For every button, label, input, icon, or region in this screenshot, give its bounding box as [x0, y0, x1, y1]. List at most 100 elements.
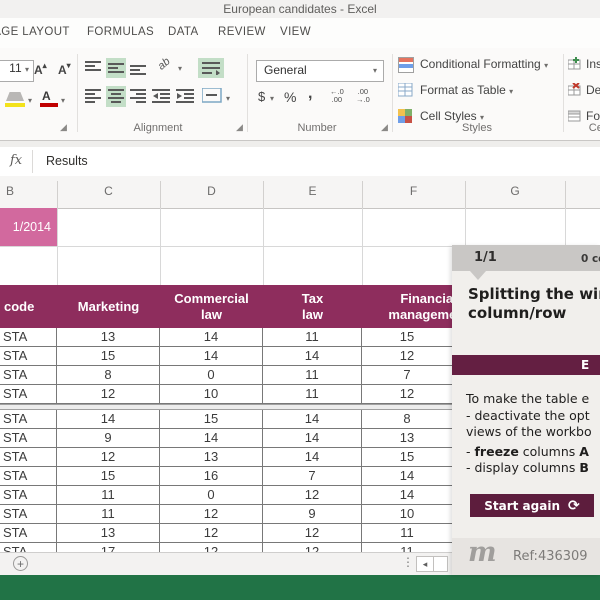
tab-view[interactable]: VIEW	[280, 26, 311, 38]
wrap-text-icon[interactable]	[198, 58, 224, 78]
column-header-d[interactable]: D	[160, 184, 263, 198]
column-header-f[interactable]: F	[362, 184, 465, 198]
scroll-left-button[interactable]: ◂	[416, 556, 434, 572]
orientation-icon[interactable]: ab	[156, 55, 173, 72]
format-cells-button[interactable]: Format	[586, 109, 600, 123]
cell-styles-button[interactable]: Cell Styles ▾	[420, 109, 484, 123]
tutorial-panel-header: 1/1 0 co	[452, 245, 600, 271]
tutorial-panel-footer: m Ref:436309	[452, 537, 600, 575]
table-header-commercial-law[interactable]: Commercial law	[160, 285, 263, 328]
tutorial-instructions: To make the table e - deactivate the opt…	[466, 391, 592, 475]
align-left-icon[interactable]	[85, 89, 101, 109]
results-table: STA 13 14 11 15 STA 15 14 14 12 STA 8 0 11 7 STA 12 10…	[0, 328, 452, 552]
number-dialog-launcher[interactable]: ◢	[381, 122, 388, 133]
percent-style-button[interactable]: %	[284, 89, 296, 105]
table-header-tax-law[interactable]: Tax law	[263, 285, 362, 328]
font-color-button[interactable]: A	[42, 89, 51, 103]
align-center-icon[interactable]	[106, 86, 126, 107]
conditional-formatting-button[interactable]: Conditional Formatting ▾	[420, 57, 548, 71]
excel-window: European candidates - Excel PAGE LAYOUT …	[0, 0, 600, 600]
tab-formulas[interactable]: FORMULAS	[87, 26, 154, 38]
font-color-swatch[interactable]	[40, 103, 58, 107]
insert-cells-button[interactable]: Insert	[586, 57, 600, 71]
number-format-caret-icon: ▾	[372, 66, 377, 75]
font-size-box[interactable]: 11 ▾	[0, 60, 34, 82]
table-header-marketing[interactable]: Marketing	[57, 285, 160, 328]
table-row: STA 17 12 12 11	[0, 543, 452, 552]
delete-cells-button[interactable]: Delete	[586, 83, 600, 97]
table-row: STA 9 14 14 13	[0, 429, 452, 448]
tab-review[interactable]: REVIEW	[218, 26, 266, 38]
conditional-formatting-icon[interactable]	[398, 57, 414, 73]
table-header-row: code Marketing Commercial law Tax law Fina…	[0, 285, 452, 328]
insert-cells-icon[interactable]	[567, 57, 581, 75]
column-header-g[interactable]: G	[465, 184, 565, 198]
comma-style-button[interactable]: ,	[308, 85, 312, 103]
cells-group-label: Cells	[588, 122, 600, 134]
score-label: 0 co	[581, 253, 600, 265]
column-header-row: B C D E F G	[0, 176, 600, 209]
window-title: European candidates - Excel	[223, 2, 377, 16]
reference-number: Ref:436309	[513, 549, 588, 564]
date-cell[interactable]: 1/2014	[0, 208, 57, 246]
formula-bar: fx Results	[0, 147, 600, 177]
merge-center-icon[interactable]	[201, 87, 222, 108]
format-as-table-icon[interactable]	[397, 82, 413, 102]
restart-icon: ⟳	[568, 497, 580, 514]
table-row: STA 11 0 12 14	[0, 486, 452, 505]
format-as-table-button[interactable]: Format as Table ▾	[420, 83, 513, 97]
panel-pointer	[470, 271, 486, 280]
table-row: STA 12 10 11 12	[0, 385, 452, 404]
increase-indent-icon[interactable]	[176, 89, 194, 109]
tutorial-panel: 1/1 0 co Splitting the win column/row E …	[452, 245, 600, 575]
tab-page-layout[interactable]: PAGE LAYOUT	[0, 26, 70, 38]
column-header-b[interactable]: B	[0, 184, 20, 198]
formula-bar-value[interactable]: Results	[46, 154, 88, 168]
increase-decimal-button[interactable]: ←.0 .00	[330, 88, 344, 104]
decrease-indent-icon[interactable]	[152, 89, 170, 109]
step-counter: 1/1	[474, 250, 497, 265]
insert-function-icon[interactable]: fx	[10, 153, 22, 168]
number-group-label: Number	[297, 122, 337, 134]
new-sheet-button[interactable]: +	[13, 556, 28, 571]
align-middle-icon[interactable]	[106, 58, 126, 78]
table-row: STA 15 14 14 12	[0, 347, 452, 366]
currency-caret-icon[interactable]: ▾	[270, 94, 274, 103]
horizontal-scrollbar[interactable]	[433, 556, 448, 572]
exercise-section-bar: E	[452, 355, 600, 375]
table-row: STA 11 12 9 10	[0, 505, 452, 524]
tab-data[interactable]: DATA	[168, 26, 199, 38]
title-bar: European candidates - Excel	[0, 0, 600, 18]
brand-logo: m	[468, 537, 497, 568]
table-row: STA 14 15 14 8	[0, 410, 452, 429]
number-format-select[interactable]: General ▾	[256, 60, 384, 82]
fill-color-caret-icon[interactable]: ▾	[28, 96, 32, 105]
tab-strip-resize-handle[interactable]: ⋮	[402, 555, 414, 569]
orientation-caret-icon[interactable]: ▾	[178, 64, 182, 73]
currency-button[interactable]: $	[258, 89, 265, 104]
table-row: STA 13 12 12 11	[0, 524, 452, 543]
table-row: STA 8 0 11 7	[0, 366, 452, 385]
table-row: STA 15 16 7 14	[0, 467, 452, 486]
decrease-decimal-button[interactable]: .00 →.0	[356, 88, 370, 104]
column-header-c[interactable]: C	[57, 184, 160, 198]
column-header-e[interactable]: E	[263, 184, 362, 198]
table-header-code[interactable]: code	[0, 285, 57, 328]
font-color-caret-icon[interactable]: ▾	[61, 96, 65, 105]
table-header-financial-management[interactable]: Financialmanagement	[362, 285, 452, 328]
align-top-icon[interactable]	[85, 61, 101, 80]
styles-group-label: Styles	[462, 122, 492, 134]
table-row: STA 13 14 11 15	[0, 328, 452, 347]
delete-cells-icon[interactable]	[567, 82, 581, 101]
align-right-icon[interactable]	[130, 89, 146, 109]
fill-color-icon[interactable]	[6, 92, 24, 101]
alignment-dialog-launcher[interactable]: ◢	[236, 122, 243, 133]
alignment-group-label: Alignment	[133, 122, 183, 134]
grow-font-button[interactable]: A▴	[34, 61, 47, 77]
merge-caret-icon[interactable]: ▾	[226, 94, 230, 103]
font-dialog-launcher[interactable]: ◢	[60, 122, 67, 133]
fill-color-swatch[interactable]	[5, 103, 25, 107]
shrink-font-button[interactable]: A▾	[58, 61, 71, 77]
align-bottom-icon[interactable]	[130, 61, 146, 80]
start-again-button[interactable]: Start again ⟳	[470, 494, 594, 517]
